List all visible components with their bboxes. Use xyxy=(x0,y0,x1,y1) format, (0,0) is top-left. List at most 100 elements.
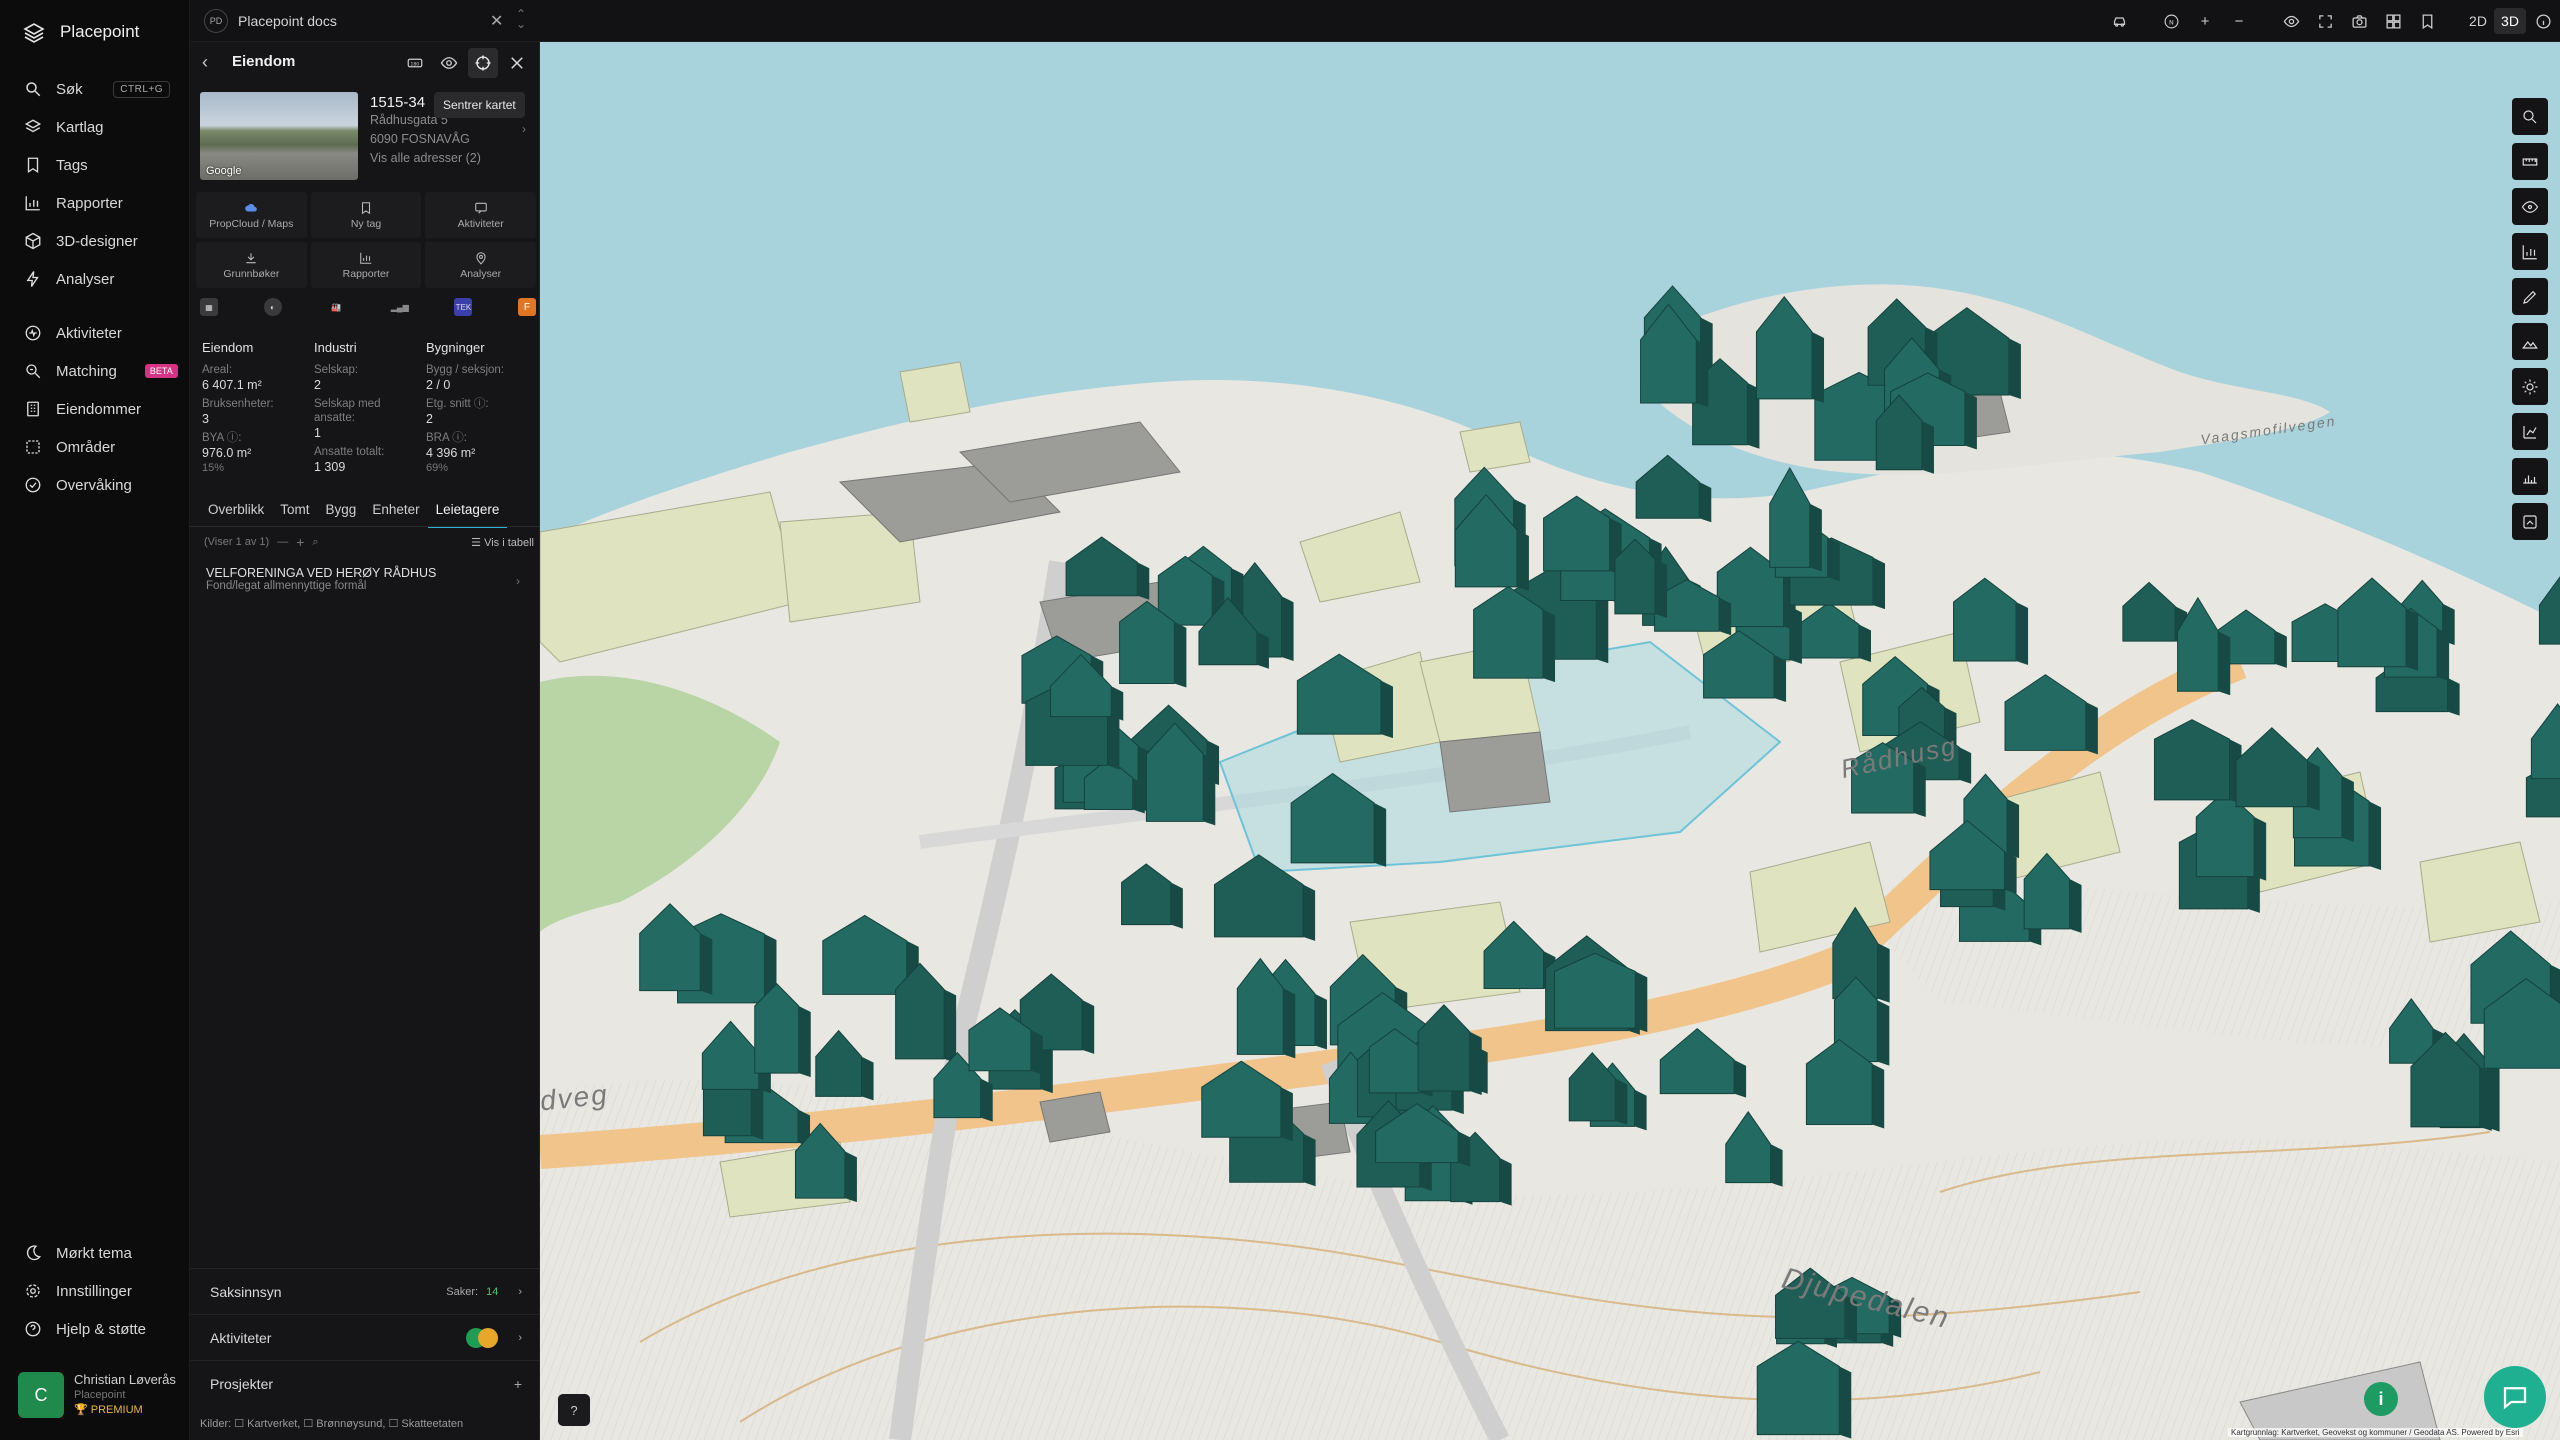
sun-icon[interactable] xyxy=(2512,368,2548,405)
chevron-updown-icon[interactable]: ⌃ ⌄ xyxy=(516,8,526,30)
chat-button[interactable] xyxy=(2484,1366,2546,1428)
layer-search-icon[interactable] xyxy=(2512,98,2548,135)
plus-icon[interactable]: + xyxy=(296,534,304,550)
nav-item-analyses[interactable]: Analyser xyxy=(0,260,190,298)
nav-item-help[interactable]: Hjelp & støtte xyxy=(0,1310,190,1348)
land-registry-button[interactable]: Grunnbøker xyxy=(196,242,307,288)
nav-item-matching[interactable]: Matching BETA xyxy=(0,352,190,390)
fullscreen-icon[interactable] xyxy=(2308,4,2342,38)
nav-item-dark-theme[interactable]: Mørkt tema xyxy=(0,1234,190,1272)
ruler-icon[interactable] xyxy=(2512,143,2548,180)
beta-badge: BETA xyxy=(144,364,178,378)
nav-label: Eiendommer xyxy=(56,400,142,418)
nav-label: Analyser xyxy=(56,270,115,288)
activities-button[interactable]: Aktiviteter xyxy=(425,192,536,238)
chevron-right-icon[interactable]: › xyxy=(522,122,526,136)
car-icon[interactable] xyxy=(2102,4,2136,38)
view-2d-button[interactable]: 2D xyxy=(2462,4,2494,38)
address-line: 6090 FOSNAVÅG xyxy=(370,132,470,146)
signal-bars-icon[interactable]: ▂▄▆ xyxy=(391,298,409,316)
info-circle-icon[interactable] xyxy=(2526,4,2560,38)
grid-icon[interactable] xyxy=(2376,4,2410,38)
minus-icon[interactable]: — xyxy=(277,536,288,548)
building-side xyxy=(798,1006,811,1078)
section-projects[interactable]: Prosjekter + xyxy=(190,1360,540,1406)
nav-item-settings[interactable]: Innstillinger xyxy=(0,1272,190,1310)
street-view-icon[interactable]: 180 xyxy=(400,48,430,78)
section-activities[interactable]: Aktiviteter › xyxy=(190,1314,540,1360)
back-arrow-icon[interactable]: ‹ xyxy=(202,52,208,73)
building-side xyxy=(1770,1144,1783,1187)
map-tools xyxy=(2512,98,2548,540)
view-shed-icon[interactable] xyxy=(2512,188,2548,225)
building-side xyxy=(1469,1031,1482,1096)
chart-icon[interactable] xyxy=(2512,233,2548,270)
new-tag-button[interactable]: Ny tag xyxy=(310,192,422,238)
nav-item-tags[interactable]: Tags xyxy=(0,146,190,184)
separator xyxy=(2136,4,2154,38)
nav-item-areas[interactable]: Områder xyxy=(0,428,190,466)
compass-icon[interactable]: N xyxy=(2154,4,2188,38)
case-prefix: Saker: xyxy=(446,1285,479,1298)
zoom-in-icon[interactable]: + xyxy=(2188,4,2222,38)
lessee-item[interactable]: VELFORENINGA VED HERØY RÅDHUS Fond/legat… xyxy=(206,566,524,592)
user-card[interactable]: C Christian Løverås Placepoint 🏆 PREMIUM xyxy=(18,1372,178,1420)
camera-icon[interactable] xyxy=(2342,4,2376,38)
tab-units[interactable]: Enheter xyxy=(364,496,427,526)
bar-chart-icon xyxy=(25,196,40,211)
search-icon[interactable]: ⌕ xyxy=(312,536,318,549)
source-badge-icon[interactable]: ▦ xyxy=(200,298,218,316)
nav-gap xyxy=(0,298,190,314)
nav-item-properties[interactable]: Eiendommer xyxy=(0,390,190,428)
elevation-icon[interactable] xyxy=(2512,323,2548,360)
center-map-button[interactable] xyxy=(468,48,498,78)
avatar xyxy=(478,1327,499,1348)
pin-icon xyxy=(476,251,486,265)
section-case-access[interactable]: Saksinnsyn Saker: 14 › xyxy=(190,1268,540,1314)
view-3d-button[interactable]: 3D xyxy=(2494,8,2526,34)
svg-text:180: 180 xyxy=(411,61,420,67)
zoom-out-icon[interactable]: − xyxy=(2222,4,2256,38)
section-meta: › xyxy=(466,1327,522,1348)
measure-area-icon[interactable] xyxy=(2512,413,2548,450)
tab-overview[interactable]: Overblikk xyxy=(200,496,272,526)
tab-buildings[interactable]: Bygg xyxy=(318,496,365,526)
analyses-button[interactable]: Analyser xyxy=(425,242,536,288)
profile-icon[interactable] xyxy=(2512,458,2548,495)
building-side xyxy=(1132,777,1145,814)
chat-icon xyxy=(2503,1387,2527,1410)
reports-button[interactable]: Rapporter xyxy=(310,242,422,288)
map-help-button[interactable]: ? xyxy=(558,1394,590,1426)
draw-icon[interactable] xyxy=(2512,278,2548,315)
brand[interactable]: Placepoint xyxy=(22,20,139,44)
export-icon[interactable] xyxy=(2512,503,2548,540)
bookmark-icon[interactable] xyxy=(2410,4,2444,38)
industry-icon[interactable]: 🏭 xyxy=(327,298,345,316)
eye-icon[interactable] xyxy=(434,48,464,78)
nav-item-reports[interactable]: Rapporter xyxy=(0,184,190,222)
add-project-button[interactable]: + xyxy=(514,1376,522,1392)
map-3d-view[interactable]: Rådhusg Djupedalen dveg Vaagsmofilvegen xyxy=(540,42,2560,1440)
tek-badge[interactable]: TEK xyxy=(454,298,473,316)
propcloud-button[interactable]: PropCloud / Maps xyxy=(196,192,307,238)
tab-lot[interactable]: Tomt xyxy=(272,496,317,526)
show-all-addresses-link[interactable]: Vis alle adresser (2) xyxy=(370,149,530,168)
nav-item-3d-designer[interactable]: 3D-designer xyxy=(0,222,190,260)
nav-item-map-layers[interactable]: Kartlag xyxy=(0,108,190,146)
nav-item-monitoring[interactable]: Overvåking xyxy=(0,466,190,504)
doc-tab[interactable]: PD Placepoint docs xyxy=(204,8,337,34)
tab-lessees[interactable]: Leietagere xyxy=(427,496,508,528)
eye-icon[interactable] xyxy=(2274,4,2308,38)
f-badge[interactable]: F xyxy=(517,298,536,316)
nav-item-activities[interactable]: Aktiviteter xyxy=(0,314,190,352)
street-photo[interactable]: Google xyxy=(200,92,358,180)
nav-item-search[interactable]: Søk CTRL+G xyxy=(0,70,190,108)
map-info-button[interactable]: i xyxy=(2364,1382,2398,1416)
close-icon[interactable]: ✕ xyxy=(490,11,503,31)
building-side xyxy=(1030,1030,1043,1075)
close-panel-button[interactable] xyxy=(502,48,532,78)
action-label: Rapporter xyxy=(342,267,390,280)
show-table-button[interactable]: ☰ Vis i tabell xyxy=(471,536,534,549)
chevron-right-icon[interactable]: › xyxy=(516,574,520,588)
globe-icon[interactable]: ◐ xyxy=(263,298,282,316)
